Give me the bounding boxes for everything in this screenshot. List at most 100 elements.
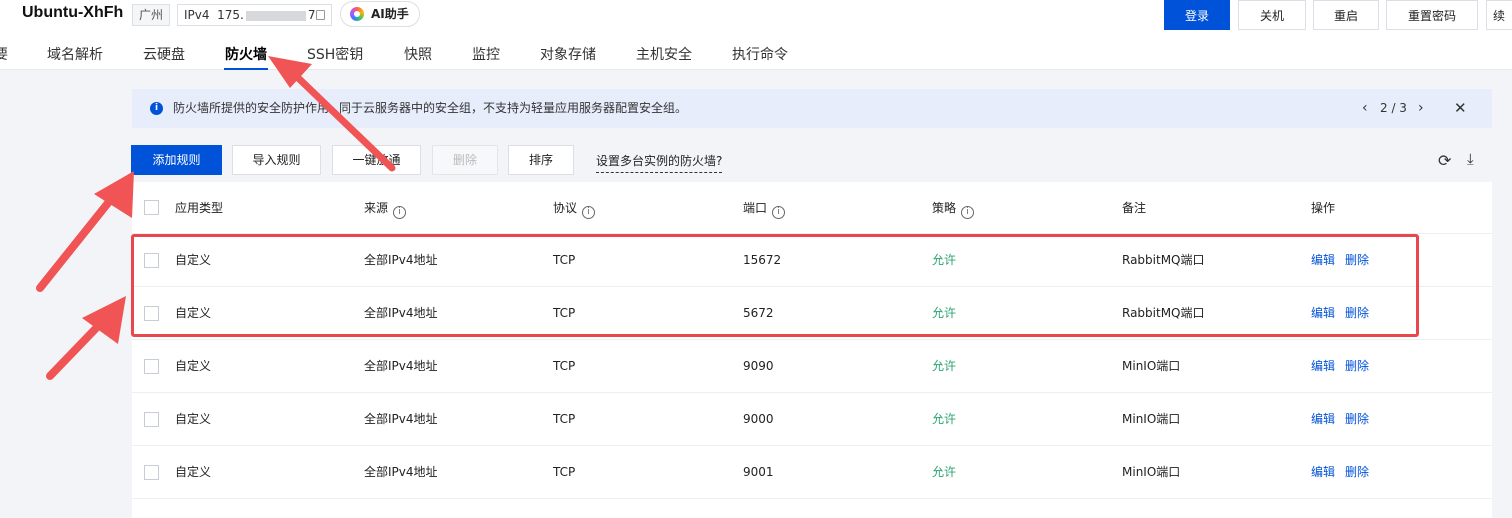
edit-rule-link[interactable]: 编辑 (1311, 412, 1335, 426)
ip-redaction (245, 10, 306, 21)
row-checkbox[interactable] (144, 465, 159, 480)
notice-page-indicator: 2 / 3 (1380, 101, 1407, 115)
notice-close-icon[interactable]: ✕ (1454, 89, 1467, 128)
notice-next-icon[interactable]: › (1418, 89, 1424, 128)
info-icon: i (150, 102, 163, 115)
tab-object-storage[interactable]: 对象存储 (540, 44, 596, 64)
ai-assistant-button[interactable]: AI助手 (340, 1, 420, 27)
help-icon[interactable]: i (961, 206, 975, 219)
cell-policy: 允许 (932, 412, 957, 426)
firewall-rules-table: 应用类型 来源 i 协议 i 端口 i 策略 i 备注 操作 自定义 全部IPv4地址 … (132, 182, 1492, 518)
login-button[interactable]: 登录 (1164, 0, 1230, 30)
notice-banner: i 防火墙所提供的安全防护作用 同于云服务器中的安全组，不支持为轻量应用服务器配置… (132, 89, 1492, 128)
ip-label: IPv4 (184, 8, 210, 22)
ai-assistant-label: AI助手 (371, 7, 409, 21)
tab-monitoring[interactable]: 监控 (472, 44, 500, 64)
help-icon[interactable]: i (393, 206, 407, 219)
reset-password-button[interactable]: 重置密码 (1386, 0, 1478, 30)
cell-note: MinIO端口 (1122, 412, 1181, 426)
cell-source: 全部IPv4地址 (364, 465, 438, 479)
cell-policy: 允许 (932, 359, 957, 373)
cell-note: MinIO端口 (1122, 359, 1181, 373)
column-header-policy-label: 策略 (932, 201, 957, 215)
multi-instance-firewall-link[interactable]: 设置多台实例的防火墙? (596, 152, 723, 173)
cell-protocol: TCP (553, 359, 576, 373)
tab-firewall[interactable]: 防火墙 (225, 44, 267, 64)
edit-rule-link[interactable]: 编辑 (1311, 465, 1335, 479)
active-tab-indicator (224, 68, 268, 70)
table-row: 自定义 全部IPv4地址 TCP 9001 允许 MinIO端口 编辑 删除 (132, 446, 1492, 499)
cell-port: 9001 (743, 465, 774, 479)
cell-policy: 允许 (932, 465, 957, 479)
row-checkbox[interactable] (144, 412, 159, 427)
arrow-to-highlighted-rows (46, 296, 126, 380)
ip-prefix: 175. (217, 8, 244, 22)
notice-prev-icon[interactable]: ‹ (1362, 89, 1368, 128)
sort-button[interactable]: 排序 (508, 145, 574, 175)
tab-run-command[interactable]: 执行命令 (732, 44, 788, 64)
row-checkbox[interactable] (144, 359, 159, 374)
column-header-protocol: 协议 i (553, 182, 596, 234)
delete-rule-link[interactable]: 删除 (1345, 412, 1369, 426)
ai-assistant-icon (350, 7, 364, 21)
tab-dns[interactable]: 域名解析 (47, 44, 103, 64)
cell-actions: 编辑 删除 (1311, 446, 1379, 499)
edit-rule-link[interactable]: 编辑 (1311, 359, 1335, 373)
tab-ssh-keys[interactable]: SSH密钥 (307, 44, 363, 64)
arrow-to-add-rule-button (36, 171, 134, 292)
instance-name: Ubuntu-XhFh (22, 4, 124, 21)
delete-rule-link[interactable]: 删除 (1345, 359, 1369, 373)
column-header-type: 应用类型 (175, 201, 224, 215)
renew-button-label: 续 (1492, 9, 1505, 23)
column-header-note: 备注 (1122, 201, 1147, 215)
cell-source: 全部IPv4地址 (364, 359, 438, 373)
tab-host-security[interactable]: 主机安全 (636, 44, 692, 64)
cell-port: 9090 (743, 359, 774, 373)
region-tag: 广州 (132, 4, 171, 26)
select-all-checkbox[interactable] (144, 200, 159, 215)
copy-icon[interactable] (316, 10, 325, 20)
table-row: 自定义 全部IPv4地址 TCP 9090 允许 MinIO端口 编辑 删除 (132, 340, 1492, 393)
column-header-protocol-label: 协议 (553, 201, 578, 215)
column-header-port-label: 端口 (743, 201, 768, 215)
tab-cloud-disk[interactable]: 云硬盘 (143, 44, 185, 64)
notice-text-head: 防火墙所提供的安全防护作用 (173, 101, 330, 115)
tab-overview[interactable]: 要 (0, 44, 8, 64)
column-header-port: 端口 i (743, 182, 786, 234)
column-header-policy: 策略 i (932, 182, 975, 234)
shutdown-button[interactable]: 关机 (1238, 0, 1306, 30)
cell-port: 9000 (743, 412, 774, 426)
cell-type: 自定义 (175, 465, 212, 479)
allow-all-button[interactable]: 一键放通 (332, 145, 421, 175)
import-rule-button[interactable]: 导入规则 (232, 145, 321, 175)
table-header: 应用类型 来源 i 协议 i 端口 i 策略 i 备注 操作 (132, 182, 1492, 234)
cell-type: 自定义 (175, 412, 212, 426)
help-icon[interactable]: i (582, 206, 596, 219)
ip-address-tag: IPv4 175. 7 (177, 4, 332, 26)
cell-protocol: TCP (553, 412, 576, 426)
restart-button[interactable]: 重启 (1313, 0, 1379, 30)
cell-protocol: TCP (553, 465, 576, 479)
cell-type: 自定义 (175, 359, 212, 373)
delete-rule-button: 删除 (432, 145, 498, 175)
column-header-actions: 操作 (1311, 201, 1336, 215)
cell-actions: 编辑 删除 (1311, 393, 1379, 446)
ip-suffix: 7 (307, 8, 316, 22)
download-icon[interactable]: ⤓ (1467, 150, 1474, 168)
delete-rule-link[interactable]: 删除 (1345, 465, 1369, 479)
cell-actions: 编辑 删除 (1311, 340, 1379, 393)
notice-text: 防火墙所提供的安全防护作用 同于云服务器中的安全组，不支持为轻量应用服务器配置安全… (173, 89, 687, 128)
tab-snapshots[interactable]: 快照 (404, 44, 432, 64)
help-icon[interactable]: i (772, 206, 786, 219)
annotation-highlight-box (131, 234, 1419, 337)
top-bar: Ubuntu-XhFh 广州 IPv4 175. 7 AI助手 登录 关机 重启 … (0, 0, 1512, 70)
notice-text-tail: 同于云服务器中的安全组，不支持为轻量应用服务器配置安全组。 (339, 101, 688, 115)
renew-button[interactable]: 续 (1486, 0, 1512, 30)
cell-note: MinIO端口 (1122, 465, 1181, 479)
table-row: 自定义 全部IPv4地址 TCP 9000 允许 MinIO端口 编辑 删除 (132, 393, 1492, 446)
cell-source: 全部IPv4地址 (364, 412, 438, 426)
column-header-source-label: 来源 (364, 201, 389, 215)
column-header-source: 来源 i (364, 182, 407, 234)
refresh-icon[interactable]: ⟳ (1438, 151, 1451, 170)
add-rule-button[interactable]: 添加规则 (131, 145, 222, 175)
